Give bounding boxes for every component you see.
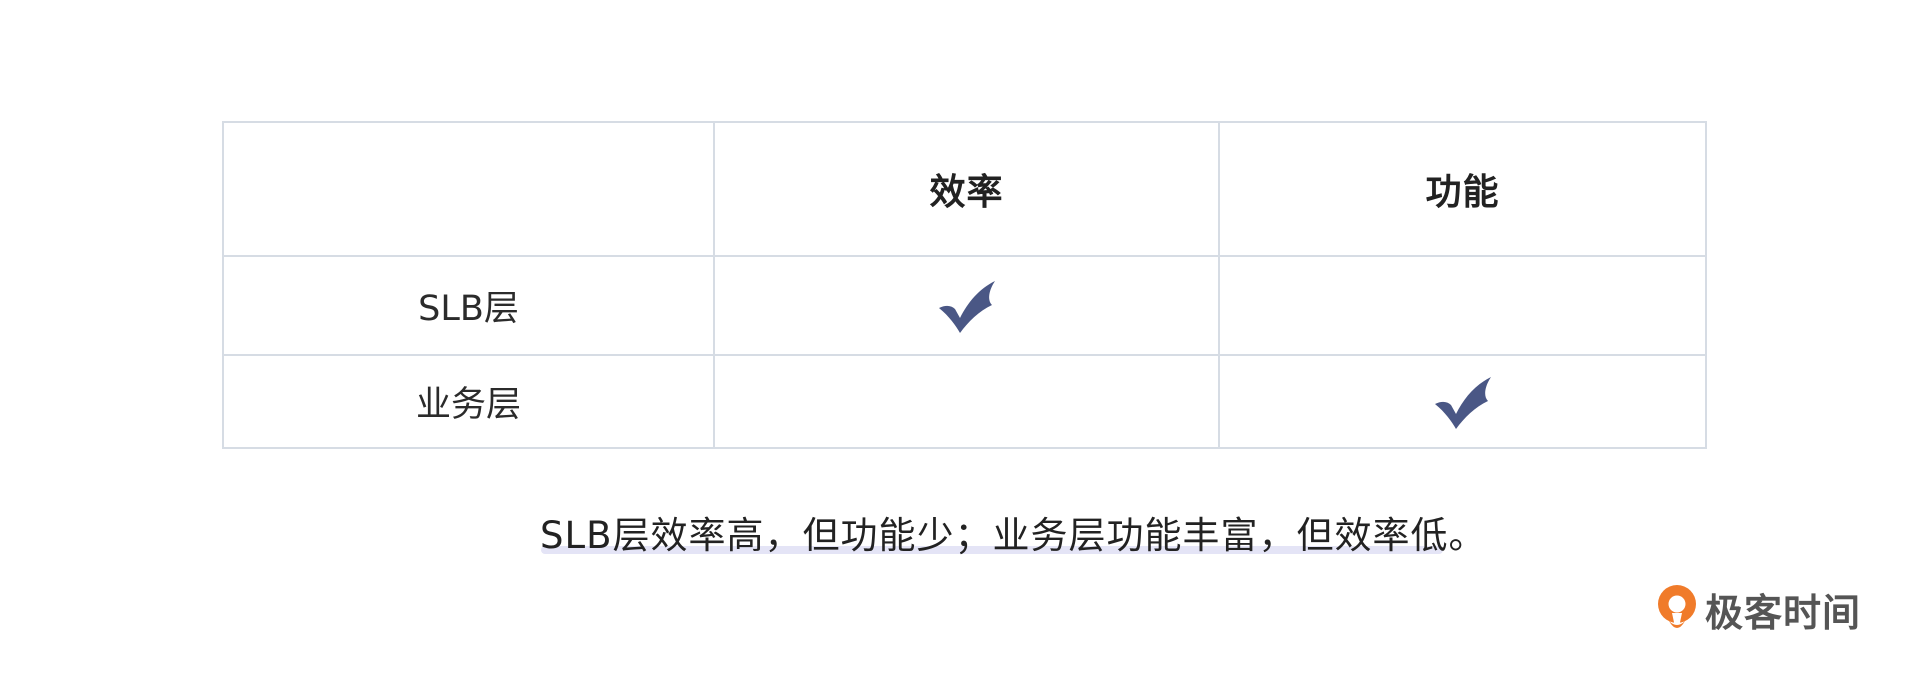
table-row: SLB层: [222, 255, 1707, 356]
cell-slb-function: [1218, 255, 1707, 356]
cell-business-function: [1218, 354, 1707, 449]
header-cell-function: 功能: [1218, 121, 1707, 257]
cell-business-efficiency: [713, 354, 1220, 449]
table-header-row: 效率 功能: [222, 121, 1707, 257]
geektime-logo-icon: [1658, 585, 1696, 628]
checkmark-shape: [938, 280, 995, 333]
comparison-table: 效率 功能 SLB层 业务层: [222, 121, 1707, 449]
caption-text: SLB层效率高，但功能少；业务层功能丰富，但效率低。: [540, 514, 1487, 557]
table-row: 业务层: [222, 354, 1707, 449]
brand-logo: 极客时间: [1655, 583, 1861, 635]
cell-slb-efficiency: [713, 255, 1220, 356]
header-cell-empty: [222, 121, 715, 257]
header-cell-efficiency: 效率: [713, 121, 1220, 257]
page: 效率 功能 SLB层 业务层 SLB层效率高，但功能少；业务层功能丰富，但效率低…: [0, 0, 1920, 681]
row-label-slb: SLB层: [222, 255, 715, 356]
checkmark-icon: [1434, 376, 1491, 429]
row-label-business: 业务层: [222, 354, 715, 449]
brand-name: 极客时间: [1705, 590, 1862, 635]
checkmark-shape: [1434, 376, 1491, 429]
checkmark-icon: [938, 280, 995, 333]
